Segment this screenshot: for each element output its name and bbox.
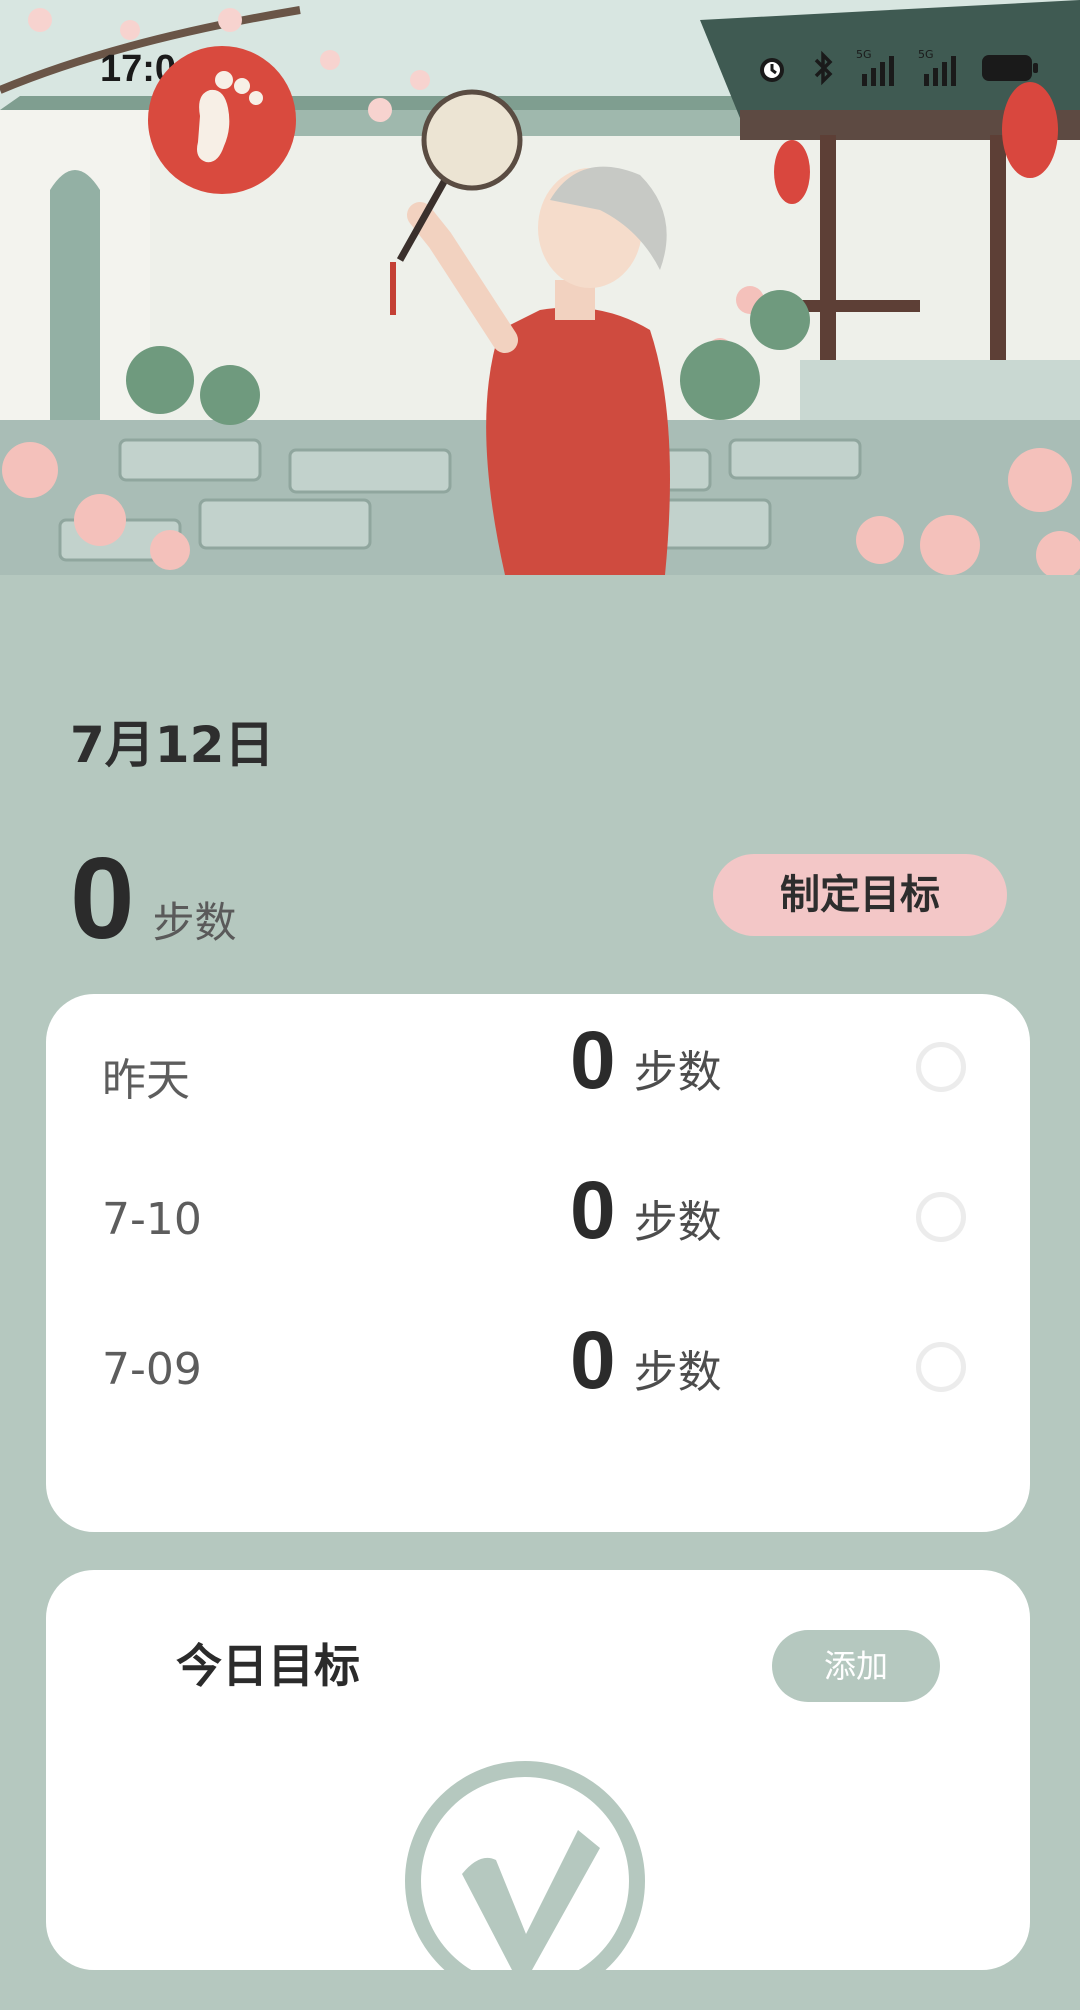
history-row-checkbox[interactable] [916, 1342, 966, 1392]
history-row-value: 0 步数 [570, 1320, 722, 1402]
set-goal-button[interactable]: 制定目标 [713, 854, 1007, 936]
history-row[interactable]: 7-09 0 步数 [46, 1294, 1030, 1444]
history-row-label: 昨天 [102, 1055, 190, 1106]
signal-5g-icon-2: 5G [918, 48, 962, 92]
history-card: 昨天 0 步数 7-10 0 步数 7-09 0 步数 [46, 994, 1030, 1532]
svg-text:5G: 5G [918, 48, 934, 61]
app-logo [148, 46, 296, 194]
battery-icon [980, 51, 1040, 89]
history-row-value: 0 步数 [570, 1170, 722, 1252]
history-row-steps: 0 [570, 1315, 616, 1406]
history-row-unit: 步数 [633, 1197, 722, 1248]
check-badge-icon [400, 1756, 650, 2006]
history-row-unit: 步数 [633, 1347, 722, 1398]
history-row-label: 7-09 [102, 1344, 202, 1395]
history-row-checkbox[interactable] [916, 1192, 966, 1242]
today-goal-title: 今日目标 [176, 1639, 360, 1693]
history-row-unit: 步数 [633, 1047, 722, 1098]
history-row[interactable]: 昨天 0 步数 [46, 994, 1030, 1144]
today-steps: 0 步数 [70, 840, 237, 956]
today-date: 7月12日 [70, 716, 275, 774]
svg-text:5G: 5G [856, 48, 872, 61]
today-steps-unit: 步数 [152, 898, 237, 947]
history-row[interactable]: 7-10 0 步数 [46, 1144, 1030, 1294]
add-goal-button[interactable]: 添加 [772, 1630, 940, 1702]
today-steps-count: 0 [70, 833, 135, 963]
alarm-icon [754, 50, 790, 90]
bluetooth-icon [808, 50, 838, 90]
history-row-checkbox[interactable] [916, 1042, 966, 1092]
history-row-value: 0 步数 [570, 1020, 722, 1102]
history-row-label: 7-10 [102, 1194, 202, 1245]
history-row-steps: 0 [570, 1165, 616, 1256]
history-row-steps: 0 [570, 1015, 616, 1106]
footprint-icon [148, 46, 296, 194]
today-goal-card: 今日目标 添加 [46, 1570, 1030, 2001]
signal-5g-icon: 5G [856, 48, 900, 92]
